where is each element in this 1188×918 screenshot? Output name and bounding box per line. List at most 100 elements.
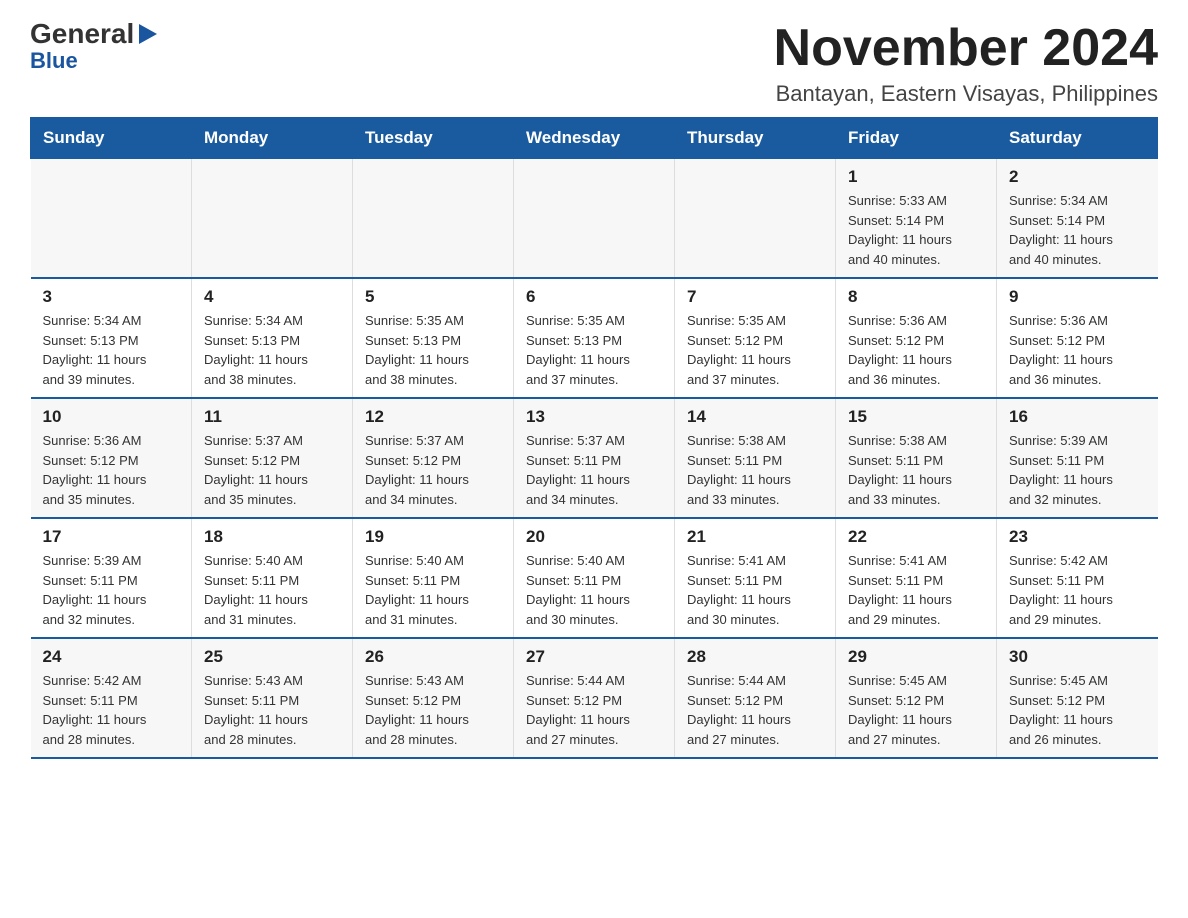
day-number: 9 (1009, 287, 1146, 307)
day-info: Sunrise: 5:43 AMSunset: 5:11 PMDaylight:… (204, 671, 340, 749)
day-info: Sunrise: 5:36 AMSunset: 5:12 PMDaylight:… (1009, 311, 1146, 389)
weekday-header-thursday: Thursday (675, 118, 836, 159)
day-info: Sunrise: 5:42 AMSunset: 5:11 PMDaylight:… (43, 671, 180, 749)
title-block: November 2024 Bantayan, Eastern Visayas,… (774, 20, 1158, 107)
day-number: 29 (848, 647, 984, 667)
calendar-week-4: 17 Sunrise: 5:39 AMSunset: 5:11 PMDayligh… (31, 518, 1158, 638)
calendar-cell: 7 Sunrise: 5:35 AMSunset: 5:12 PMDaylight… (675, 278, 836, 398)
day-number: 26 (365, 647, 501, 667)
day-info: Sunrise: 5:37 AMSunset: 5:11 PMDaylight:… (526, 431, 662, 509)
day-number: 15 (848, 407, 984, 427)
calendar-cell (675, 159, 836, 279)
day-number: 8 (848, 287, 984, 307)
day-info: Sunrise: 5:37 AMSunset: 5:12 PMDaylight:… (365, 431, 501, 509)
calendar-cell: 10 Sunrise: 5:36 AMSunset: 5:12 PMDayligh… (31, 398, 192, 518)
days-of-week-row: SundayMondayTuesdayWednesdayThursdayFrid… (31, 118, 1158, 159)
weekday-header-wednesday: Wednesday (514, 118, 675, 159)
day-info: Sunrise: 5:33 AMSunset: 5:14 PMDaylight:… (848, 191, 984, 269)
calendar-table: SundayMondayTuesdayWednesdayThursdayFrid… (30, 117, 1158, 759)
day-info: Sunrise: 5:41 AMSunset: 5:11 PMDaylight:… (687, 551, 823, 629)
day-number: 10 (43, 407, 180, 427)
day-number: 23 (1009, 527, 1146, 547)
calendar-cell: 4 Sunrise: 5:34 AMSunset: 5:13 PMDaylight… (192, 278, 353, 398)
calendar-cell: 2Sunrise: 5:34 AMSunset: 5:14 PMDaylight… (997, 159, 1158, 279)
day-number: 13 (526, 407, 662, 427)
day-info: Sunrise: 5:45 AMSunset: 5:12 PMDaylight:… (1009, 671, 1146, 749)
calendar-cell: 28 Sunrise: 5:44 AMSunset: 5:12 PMDayligh… (675, 638, 836, 758)
calendar-cell: 5Sunrise: 5:35 AMSunset: 5:13 PMDaylight… (353, 278, 514, 398)
day-info: Sunrise: 5:35 AMSunset: 5:13 PMDaylight:… (365, 311, 501, 389)
day-number: 25 (204, 647, 340, 667)
day-number: 18 (204, 527, 340, 547)
weekday-header-saturday: Saturday (997, 118, 1158, 159)
day-number: 11 (204, 407, 340, 427)
logo-triangle-icon (139, 24, 157, 44)
day-info: Sunrise: 5:44 AMSunset: 5:12 PMDaylight:… (687, 671, 823, 749)
day-info: Sunrise: 5:38 AMSunset: 5:11 PMDaylight:… (848, 431, 984, 509)
calendar-header: SundayMondayTuesdayWednesdayThursdayFrid… (31, 118, 1158, 159)
calendar-cell: 27 Sunrise: 5:44 AMSunset: 5:12 PMDayligh… (514, 638, 675, 758)
day-info: Sunrise: 5:35 AMSunset: 5:12 PMDaylight:… (687, 311, 823, 389)
main-title: November 2024 (774, 20, 1158, 77)
day-info: Sunrise: 5:37 AMSunset: 5:12 PMDaylight:… (204, 431, 340, 509)
calendar-week-3: 10 Sunrise: 5:36 AMSunset: 5:12 PMDayligh… (31, 398, 1158, 518)
calendar-cell: 21 Sunrise: 5:41 AMSunset: 5:11 PMDayligh… (675, 518, 836, 638)
calendar-cell (514, 159, 675, 279)
calendar-cell (31, 159, 192, 279)
day-number: 30 (1009, 647, 1146, 667)
calendar-cell: 9 Sunrise: 5:36 AMSunset: 5:12 PMDaylight… (997, 278, 1158, 398)
day-info: Sunrise: 5:42 AMSunset: 5:11 PMDaylight:… (1009, 551, 1146, 629)
day-info: Sunrise: 5:45 AMSunset: 5:12 PMDaylight:… (848, 671, 984, 749)
calendar-week-2: 3 Sunrise: 5:34 AMSunset: 5:13 PMDaylight… (31, 278, 1158, 398)
day-number: 1 (848, 167, 984, 187)
day-number: 12 (365, 407, 501, 427)
calendar-body: 1 Sunrise: 5:33 AMSunset: 5:14 PMDaylight… (31, 159, 1158, 759)
calendar-week-5: 24 Sunrise: 5:42 AMSunset: 5:11 PMDayligh… (31, 638, 1158, 758)
day-number: 27 (526, 647, 662, 667)
calendar-cell: 26 Sunrise: 5:43 AMSunset: 5:12 PMDayligh… (353, 638, 514, 758)
day-info: Sunrise: 5:34 AMSunset: 5:13 PMDaylight:… (43, 311, 180, 389)
day-number: 24 (43, 647, 180, 667)
day-info: Sunrise: 5:43 AMSunset: 5:12 PMDaylight:… (365, 671, 501, 749)
calendar-cell: 25 Sunrise: 5:43 AMSunset: 5:11 PMDayligh… (192, 638, 353, 758)
day-number: 7 (687, 287, 823, 307)
day-number: 20 (526, 527, 662, 547)
day-number: 14 (687, 407, 823, 427)
calendar-cell: 1 Sunrise: 5:33 AMSunset: 5:14 PMDaylight… (836, 159, 997, 279)
day-number: 6 (526, 287, 662, 307)
day-info: Sunrise: 5:36 AMSunset: 5:12 PMDaylight:… (43, 431, 180, 509)
calendar-cell: 19Sunrise: 5:40 AMSunset: 5:11 PMDayligh… (353, 518, 514, 638)
day-info: Sunrise: 5:40 AMSunset: 5:11 PMDaylight:… (526, 551, 662, 629)
calendar-cell: 24 Sunrise: 5:42 AMSunset: 5:11 PMDayligh… (31, 638, 192, 758)
day-number: 4 (204, 287, 340, 307)
weekday-header-tuesday: Tuesday (353, 118, 514, 159)
day-info: Sunrise: 5:36 AMSunset: 5:12 PMDaylight:… (848, 311, 984, 389)
day-info: Sunrise: 5:34 AMSunset: 5:14 PMDaylight:… (1009, 191, 1146, 269)
day-number: 3 (43, 287, 180, 307)
calendar-cell (353, 159, 514, 279)
day-number: 21 (687, 527, 823, 547)
weekday-header-monday: Monday (192, 118, 353, 159)
calendar-week-1: 1 Sunrise: 5:33 AMSunset: 5:14 PMDaylight… (31, 159, 1158, 279)
day-info: Sunrise: 5:39 AMSunset: 5:11 PMDaylight:… (43, 551, 180, 629)
day-info: Sunrise: 5:38 AMSunset: 5:11 PMDaylight:… (687, 431, 823, 509)
day-info: Sunrise: 5:44 AMSunset: 5:12 PMDaylight:… (526, 671, 662, 749)
day-number: 16 (1009, 407, 1146, 427)
logo-general-text: General (30, 20, 134, 48)
logo: General Blue (30, 20, 158, 74)
day-number: 28 (687, 647, 823, 667)
day-number: 22 (848, 527, 984, 547)
weekday-header-friday: Friday (836, 118, 997, 159)
calendar-cell: 17 Sunrise: 5:39 AMSunset: 5:11 PMDayligh… (31, 518, 192, 638)
calendar-cell: 15 Sunrise: 5:38 AMSunset: 5:11 PMDayligh… (836, 398, 997, 518)
calendar-cell: 6 Sunrise: 5:35 AMSunset: 5:13 PMDaylight… (514, 278, 675, 398)
calendar-cell: 12 Sunrise: 5:37 AMSunset: 5:12 PMDayligh… (353, 398, 514, 518)
day-info: Sunrise: 5:34 AMSunset: 5:13 PMDaylight:… (204, 311, 340, 389)
calendar-cell: 20 Sunrise: 5:40 AMSunset: 5:11 PMDayligh… (514, 518, 675, 638)
day-info: Sunrise: 5:40 AMSunset: 5:11 PMDaylight:… (204, 551, 340, 629)
calendar-cell: 14 Sunrise: 5:38 AMSunset: 5:11 PMDayligh… (675, 398, 836, 518)
calendar-cell: 23 Sunrise: 5:42 AMSunset: 5:11 PMDayligh… (997, 518, 1158, 638)
day-info: Sunrise: 5:35 AMSunset: 5:13 PMDaylight:… (526, 311, 662, 389)
day-number: 17 (43, 527, 180, 547)
logo-blue-text: Blue (30, 48, 78, 74)
